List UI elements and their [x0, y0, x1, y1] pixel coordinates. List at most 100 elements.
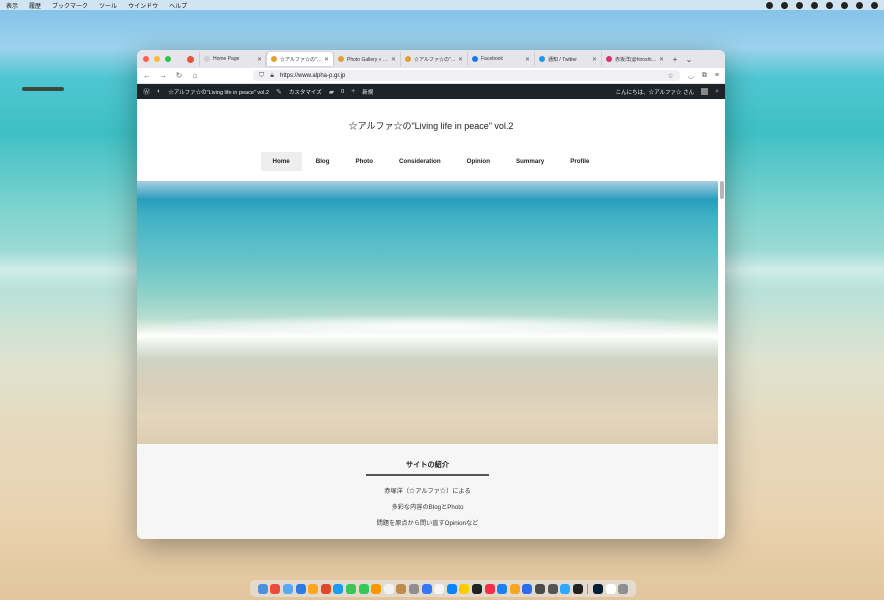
dock-app-icon[interactable] [572, 583, 583, 594]
dock-app-icon[interactable] [459, 583, 470, 594]
dock-app-icon[interactable] [497, 583, 508, 594]
dock-app-icon[interactable] [270, 583, 281, 594]
tab-close-icon[interactable]: ✕ [391, 56, 396, 63]
tab-close-icon[interactable]: ✕ [458, 56, 463, 63]
dock-app-icon[interactable] [509, 583, 520, 594]
menu-bookmarks[interactable]: ブックマーク [52, 1, 88, 10]
dock-app-icon[interactable] [409, 583, 420, 594]
dock-app-icon[interactable] [522, 583, 533, 594]
comment-icon[interactable]: ▰ [329, 88, 334, 96]
dropbox-icon[interactable] [781, 1, 788, 9]
dock-app-icon[interactable] [371, 583, 382, 594]
url-text[interactable]: https://www.alpha-p.gr.jp [280, 73, 662, 79]
nav-summary[interactable]: Summary [504, 152, 556, 171]
dock-app-icon[interactable] [592, 583, 603, 594]
nav-opinion[interactable]: Opinion [455, 152, 502, 171]
dock-app-icon[interactable] [358, 583, 369, 594]
dock-app-icon[interactable] [446, 583, 457, 594]
shield-icon[interactable]: ⛉ [259, 72, 264, 80]
avatar[interactable] [701, 88, 709, 95]
home-button[interactable]: ⌂ [191, 71, 199, 80]
zoom-window-button[interactable] [165, 56, 171, 62]
new-tab-button[interactable]: + [668, 55, 682, 64]
hero-beach-image [137, 181, 718, 444]
admin-new[interactable]: 新規 [362, 88, 373, 96]
tab-alpha-vol1[interactable]: ☆アルファ☆の"Living life in peace"✕ [400, 52, 467, 66]
pocket-icon[interactable]: ◡ [688, 72, 694, 80]
twitter-icon [539, 56, 545, 62]
tab-list-chevron-icon[interactable]: ⌄ [682, 55, 696, 64]
dock-app-icon[interactable] [471, 583, 482, 594]
dock-app-icon[interactable] [396, 583, 407, 594]
minimize-window-button[interactable] [154, 56, 160, 62]
tab-twitter[interactable]: 通知 / Twitter ✕ [534, 52, 601, 66]
focus-moon-icon[interactable] [826, 1, 833, 9]
dock-app-icon[interactable] [308, 583, 319, 594]
tab-close-icon[interactable]: ✕ [592, 56, 597, 63]
admin-site-name[interactable]: ☆アルファ☆の"Living life in peace" vol.2 [168, 88, 269, 96]
nav-consideration[interactable]: Consideration [387, 152, 453, 171]
tab-close-icon[interactable]: ✕ [659, 56, 664, 63]
wifi-icon[interactable] [856, 1, 863, 9]
search-icon[interactable]: ⌕ [715, 88, 719, 96]
dock-app-icon[interactable] [605, 583, 616, 594]
dock-app-icon[interactable] [547, 583, 558, 594]
extensions-icon[interactable]: ⧉ [702, 72, 707, 80]
dashboard-icon[interactable]: ◐ [157, 88, 161, 95]
admin-comments-count[interactable]: 0 [341, 89, 344, 95]
dock-app-icon[interactable] [257, 583, 268, 594]
control-center-icon[interactable] [871, 1, 878, 9]
nav-profile[interactable]: Profile [558, 152, 601, 171]
tab-photo-gallery[interactable]: Photo Gallery « 赤坂洋 -✕ [333, 52, 400, 66]
lock-icon[interactable]: 🔒︎ [270, 72, 274, 80]
site-title[interactable]: ☆アルファ☆の"Living life in peace" vol.2 [137, 119, 725, 132]
dock-app-icon[interactable] [333, 583, 344, 594]
user-icon[interactable] [841, 1, 848, 9]
dock-app-icon[interactable] [484, 583, 495, 594]
page-scrollbar[interactable] [720, 181, 724, 199]
menu-view[interactable]: 表示 [6, 1, 18, 10]
volume-icon[interactable] [811, 1, 818, 9]
tab-home-page[interactable]: Home Page ✕ [199, 52, 266, 66]
menu-hamburger-icon[interactable]: ≡ [715, 72, 719, 80]
nav-home[interactable]: Home [260, 152, 302, 171]
reload-button[interactable]: ↻ [175, 71, 183, 80]
admin-customize[interactable]: カスタマイズ [289, 88, 322, 96]
dock-app-icon[interactable] [283, 583, 294, 594]
menu-window[interactable]: ウインドウ [128, 1, 158, 10]
tab-close-icon[interactable]: ✕ [257, 56, 262, 63]
tab-close-icon[interactable]: ✕ [525, 56, 530, 63]
dock-app-icon[interactable] [320, 583, 331, 594]
dock-app-icon[interactable] [560, 583, 571, 594]
instagram-icon [606, 56, 612, 62]
nav-blog[interactable]: Blog [304, 152, 342, 171]
bookmark-star-icon[interactable]: ☆ [668, 72, 674, 80]
tab-alpha-vol2[interactable]: ☆アルファ☆の"Living life in peace" vol.2✕ [266, 52, 333, 66]
menu-history[interactable]: 履歴 [29, 1, 41, 10]
nav-photo[interactable]: Photo [343, 152, 385, 171]
dock-app-icon[interactable] [534, 583, 545, 594]
sync-icon[interactable] [796, 1, 803, 9]
pinned-tab[interactable] [181, 55, 199, 63]
url-bar[interactable]: ⛉ 🔒︎ https://www.alpha-p.gr.jp ☆ [253, 70, 680, 81]
bluetooth-icon[interactable] [766, 1, 773, 9]
tab-facebook[interactable]: Facebook ✕ [467, 52, 534, 66]
admin-greeting[interactable]: こんにちは、☆アルファ☆ さん [616, 88, 694, 96]
dock-app-icon[interactable] [434, 583, 445, 594]
tab-close-icon[interactable]: ✕ [324, 56, 329, 63]
dock-app-icon[interactable] [421, 583, 432, 594]
dock-app-icon[interactable] [295, 583, 306, 594]
dock-app-icon[interactable] [346, 583, 357, 594]
back-button[interactable]: ← [143, 71, 151, 80]
pinned-tab-icon [186, 55, 194, 63]
forward-button[interactable]: → [159, 71, 167, 80]
dock-app-icon[interactable] [383, 583, 394, 594]
wordpress-logo-icon[interactable]: Ⓦ [143, 87, 150, 97]
menu-tools[interactable]: ツール [99, 1, 117, 10]
menu-help[interactable]: ヘルプ [169, 1, 187, 10]
tab-instagram[interactable]: 赤坂洋(@hiroshi.akasaka)✕ [601, 52, 668, 66]
dock-app-icon[interactable] [618, 583, 629, 594]
tab-favicon-icon [405, 56, 411, 62]
tab-favicon-icon [338, 56, 344, 62]
close-window-button[interactable] [143, 56, 149, 62]
